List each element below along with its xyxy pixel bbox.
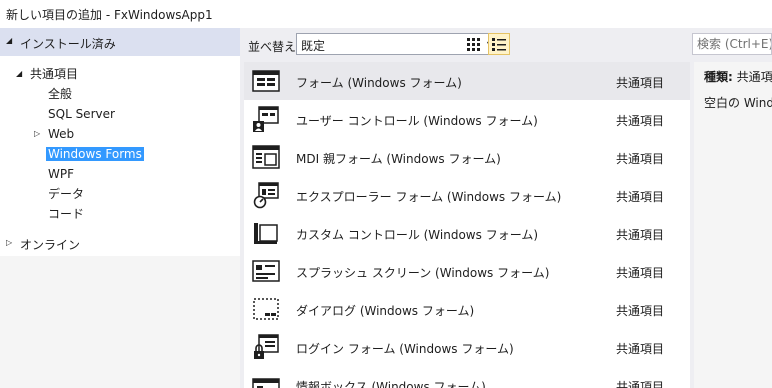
template-category: 共通項目 — [616, 76, 665, 90]
template-name: エクスプローラー フォーム (Windows フォーム) — [296, 190, 562, 204]
tree-item-label: SQL Server — [48, 107, 115, 121]
template-row[interactable]: ログイン フォーム (Windows フォーム) 共通項目 — [244, 328, 690, 366]
tree-item-label: Windows Forms — [46, 147, 144, 161]
template-category: 共通項目 — [616, 304, 665, 318]
type-label: 種類: — [704, 70, 733, 84]
list-view-icon — [492, 38, 506, 51]
tree-item-general[interactable]: 全般 — [48, 84, 72, 104]
details-pane: 種類: 共通項 空白の Windo — [694, 62, 772, 388]
tree-item-label: Web — [48, 127, 75, 141]
list-view-button[interactable] — [488, 33, 510, 55]
tree-item-sql-server[interactable]: SQL Server — [48, 104, 115, 124]
template-name: スプラッシュ スクリーン (Windows フォーム) — [296, 266, 550, 280]
tree-item-label: コード — [48, 207, 85, 221]
online-label: オンライン — [20, 238, 81, 252]
window-title: 新しい項目の追加 - FxWindowsApp1 — [6, 8, 213, 22]
search-box[interactable] — [692, 33, 772, 55]
expand-arrow-icon[interactable]: ◢ — [16, 64, 26, 84]
login-form-icon — [254, 334, 279, 359]
tree-item-web[interactable]: ▷ Web — [34, 124, 74, 144]
tree-item-label: 共通項目 — [30, 67, 79, 81]
explorer-form-icon — [253, 182, 279, 209]
tree-item-label: WPF — [48, 167, 75, 181]
expand-arrow-icon[interactable]: ▷ — [34, 124, 44, 144]
grid-view-button[interactable] — [462, 33, 484, 55]
tree-item-data[interactable]: データ — [48, 184, 84, 204]
template-category: 共通項目 — [616, 342, 665, 356]
dialog-icon — [253, 298, 279, 320]
tree-item-windows-forms[interactable]: Windows Forms — [46, 144, 144, 164]
tree-item-common[interactable]: ◢ 共通項目 — [16, 64, 78, 84]
custom-control-icon — [254, 223, 278, 244]
type-line: 種類: 共通項 — [704, 68, 772, 85]
template-name: カスタム コントロール (Windows フォーム) — [296, 228, 539, 242]
mdi-parent-form-icon — [252, 145, 280, 169]
template-row[interactable]: 情報ボックス (Windows フォーム) 共通項目 — [244, 366, 690, 388]
title-bar: 新しい項目の追加 - FxWindowsApp1 — [0, 0, 772, 28]
description-text: 空白の Windo — [704, 96, 772, 110]
template-name: ユーザー コントロール (Windows フォーム) — [296, 114, 538, 128]
form-icon — [252, 70, 280, 92]
about-box-icon — [252, 378, 280, 388]
sort-label: 並べ替え: — [248, 40, 301, 54]
template-name: ログイン フォーム (Windows フォーム) — [296, 342, 514, 356]
template-row[interactable]: ダイアログ (Windows フォーム) 共通項目 — [244, 290, 690, 328]
template-category: 共通項目 — [616, 380, 665, 388]
category-tree: ◢ 共通項目 全般 SQL Server ▷ Web Windows Forms… — [0, 56, 240, 256]
template-name: ダイアログ (Windows フォーム) — [296, 304, 475, 318]
search-input[interactable] — [693, 34, 771, 54]
category-pane: ◢ インストール済み ◢ 共通項目 全般 SQL Server ▷ Web Wi… — [0, 28, 240, 388]
template-row[interactable]: MDI 親フォーム (Windows フォーム) 共通項目 — [244, 138, 690, 176]
tree-item-wpf[interactable]: WPF — [48, 164, 74, 184]
splash-screen-icon — [252, 260, 280, 282]
template-name: MDI 親フォーム (Windows フォーム) — [296, 152, 501, 166]
template-list: フォーム (Windows フォーム) 共通項目 ユーザー コントロール (Wi… — [244, 62, 690, 388]
grid-view-icon — [467, 38, 480, 51]
template-category: 共通項目 — [616, 114, 665, 128]
user-control-icon — [253, 106, 279, 132]
template-category: 共通項目 — [616, 266, 665, 280]
template-row[interactable]: エクスプローラー フォーム (Windows フォーム) 共通項目 — [244, 176, 690, 214]
expand-arrow-icon[interactable]: ▷ — [6, 238, 12, 247]
template-category: 共通項目 — [616, 228, 665, 242]
template-category: 共通項目 — [616, 190, 665, 204]
type-value: 共通項 — [736, 70, 772, 84]
template-row[interactable]: スプラッシュ スクリーン (Windows フォーム) 共通項目 — [244, 252, 690, 290]
tree-item-label: データ — [48, 187, 85, 201]
sort-value: 既定 — [301, 39, 326, 53]
installed-label: インストール済み — [20, 37, 116, 51]
template-name: フォーム (Windows フォーム) — [296, 76, 462, 90]
template-row[interactable]: ユーザー コントロール (Windows フォーム) 共通項目 — [244, 100, 690, 138]
toolbar: 並べ替え: 既定 ▼ — [240, 28, 772, 62]
template-name: 情報ボックス (Windows フォーム) — [296, 380, 486, 388]
tree-item-label: 全般 — [48, 87, 73, 101]
template-row[interactable]: フォーム (Windows フォーム) 共通項目 — [244, 62, 690, 100]
collapse-arrow-icon[interactable]: ◢ — [6, 36, 12, 45]
installed-header[interactable]: ◢ インストール済み — [0, 28, 240, 56]
tree-item-code[interactable]: コード — [48, 204, 84, 224]
template-category: 共通項目 — [616, 152, 665, 166]
template-row[interactable]: カスタム コントロール (Windows フォーム) 共通項目 — [244, 214, 690, 252]
online-header[interactable]: ▷ オンライン — [0, 232, 240, 254]
